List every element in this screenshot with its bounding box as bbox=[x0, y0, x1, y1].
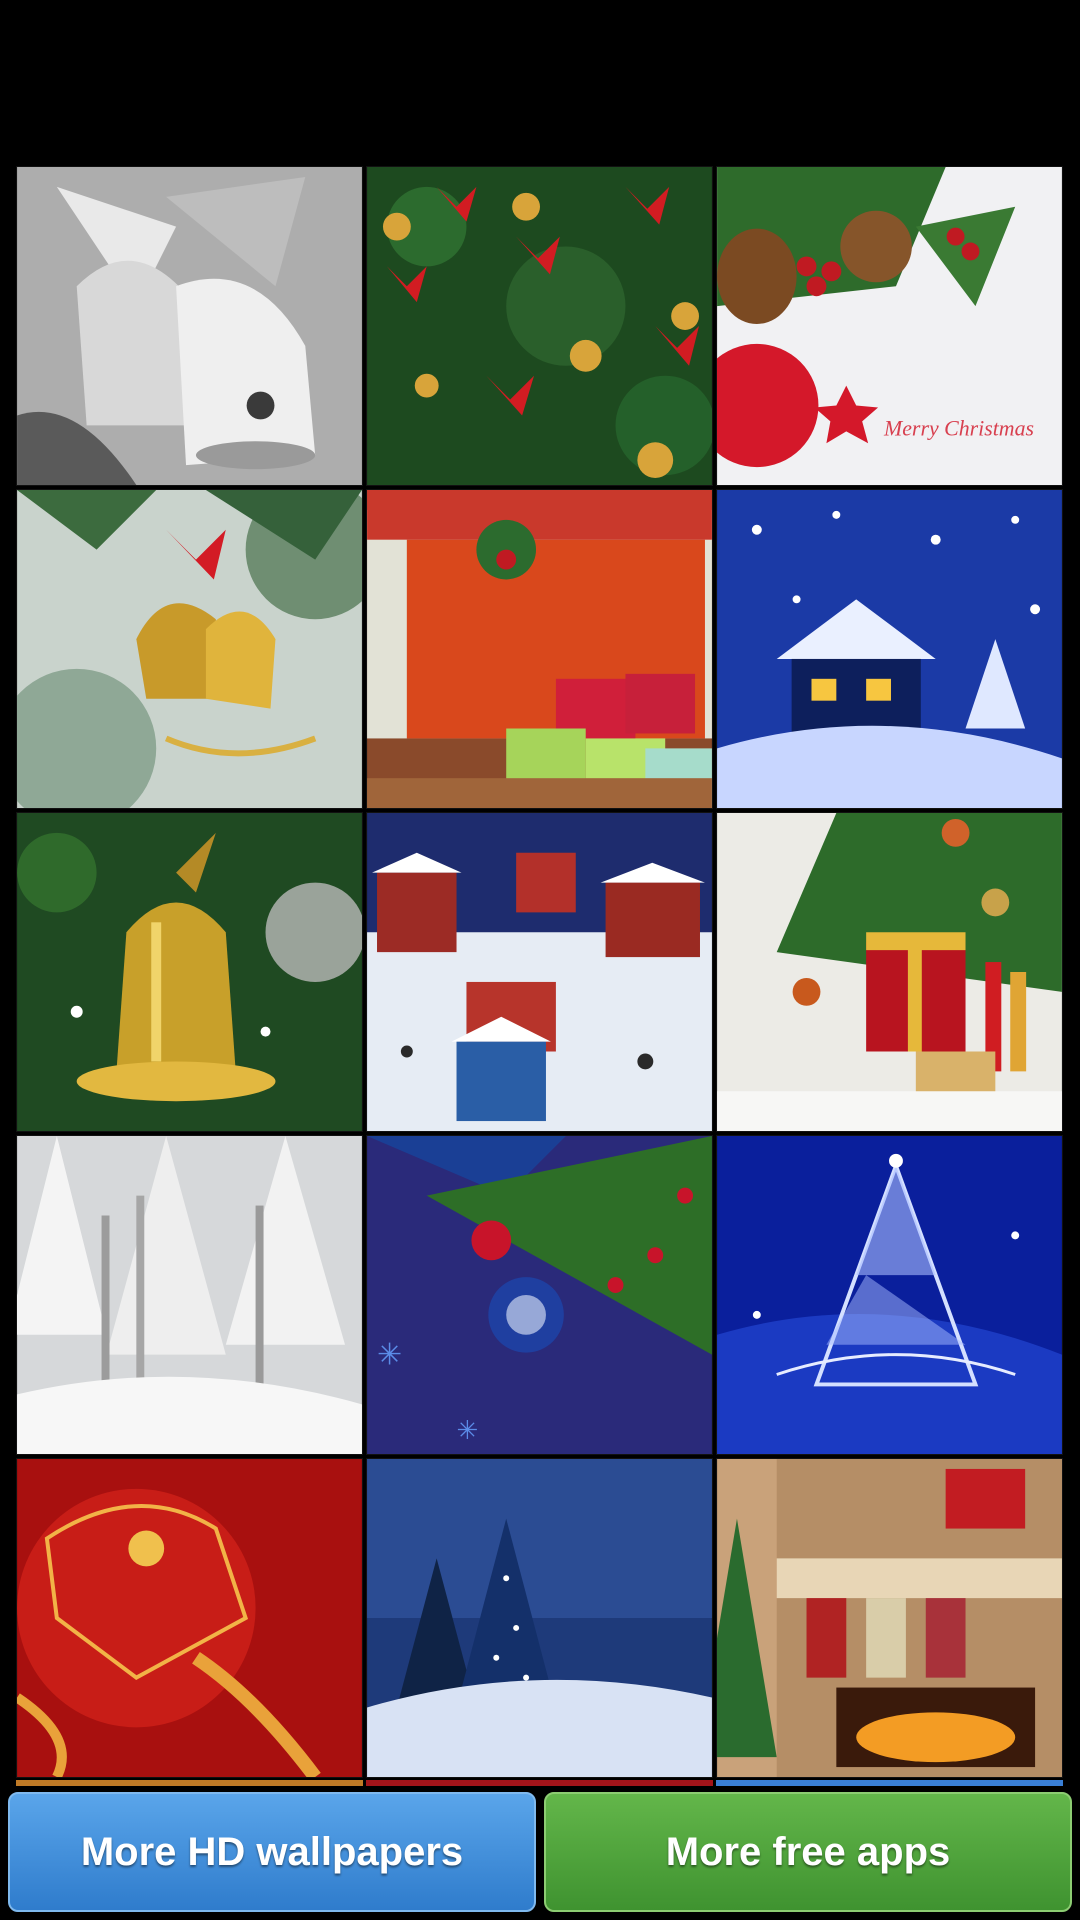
gold-bells-image bbox=[17, 490, 362, 808]
snowy-night-image bbox=[367, 1459, 712, 1777]
svg-text:✳: ✳ bbox=[457, 1417, 479, 1445]
wallpaper-grid: Merry Christmas ✳ ✳ bbox=[0, 0, 1080, 1920]
more-hd-wallpapers-label: More HD wallpapers bbox=[80, 1829, 464, 1874]
next-row-peek bbox=[16, 1780, 363, 1786]
tree-red-bows-image bbox=[367, 167, 712, 485]
snowy-house-image bbox=[717, 490, 1062, 808]
wallpaper-thumbnail-wrapped-gifts[interactable] bbox=[366, 489, 713, 809]
next-row-peek bbox=[716, 1780, 1063, 1786]
wallpaper-thumbnail-silver-bells[interactable] bbox=[16, 166, 363, 486]
merry-christmas-caption: Merry Christmas bbox=[883, 416, 1034, 440]
wallpaper-thumbnail-crystal-tree[interactable] bbox=[716, 1135, 1063, 1455]
silver-bells-image bbox=[17, 167, 362, 485]
more-free-apps-button[interactable]: More free apps bbox=[544, 1792, 1072, 1912]
next-row-peek bbox=[366, 1780, 713, 1786]
crystal-tree-image bbox=[717, 1136, 1062, 1454]
blue-ornament-image: ✳ ✳ bbox=[367, 1136, 712, 1454]
wallpaper-thumbnail-snowy-forest[interactable] bbox=[16, 1135, 363, 1455]
snowy-forest-image bbox=[17, 1136, 362, 1454]
tree-gifts-image bbox=[717, 813, 1062, 1131]
pine-cones-image: Merry Christmas bbox=[717, 167, 1062, 485]
more-free-apps-label: More free apps bbox=[665, 1829, 951, 1874]
wallpaper-thumbnail-gold-bell[interactable] bbox=[16, 812, 363, 1132]
wallpaper-thumbnail-tree-red-bows[interactable] bbox=[366, 166, 713, 486]
wallpaper-thumbnail-blue-ornament[interactable]: ✳ ✳ bbox=[366, 1135, 713, 1455]
red-ornament-image bbox=[17, 1459, 362, 1777]
fireplace-image bbox=[717, 1459, 1062, 1777]
wallpaper-thumbnail-pine-cones[interactable]: Merry Christmas bbox=[716, 166, 1063, 486]
wallpaper-thumbnail-winter-village[interactable] bbox=[366, 812, 713, 1132]
wallpaper-thumbnail-fireplace[interactable] bbox=[716, 1458, 1063, 1778]
wallpaper-thumbnail-tree-gifts[interactable] bbox=[716, 812, 1063, 1132]
gold-bell-image bbox=[17, 813, 362, 1131]
winter-village-image bbox=[367, 813, 712, 1131]
wallpaper-thumbnail-snowy-house[interactable] bbox=[716, 489, 1063, 809]
svg-text:✳: ✳ bbox=[377, 1339, 402, 1372]
more-hd-wallpapers-button[interactable]: More HD wallpapers bbox=[8, 1792, 536, 1912]
wallpaper-thumbnail-snowy-night[interactable] bbox=[366, 1458, 713, 1778]
wallpaper-thumbnail-red-ornament[interactable] bbox=[16, 1458, 363, 1778]
wrapped-gifts-image bbox=[367, 490, 712, 808]
wallpaper-thumbnail-gold-bells[interactable] bbox=[16, 489, 363, 809]
